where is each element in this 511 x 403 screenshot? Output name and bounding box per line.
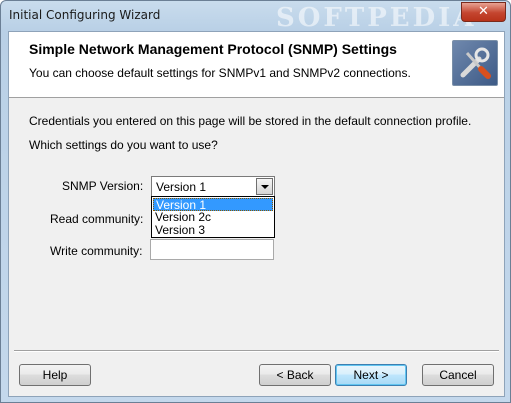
question-text: Which settings do you want to use? <box>29 138 218 152</box>
cancel-button[interactable]: Cancel <box>422 364 494 386</box>
page-subtitle: You can choose default settings for SNMP… <box>29 66 411 80</box>
title-bar[interactable]: Initial Configuring Wizard SOFTPEDIA ✕ <box>1 1 510 33</box>
wizard-client-area: Simple Network Management Protocol (SNMP… <box>8 31 505 397</box>
help-button[interactable]: Help <box>19 364 91 386</box>
snmp-version-label: SNMP Version: <box>62 179 144 193</box>
page-title: Simple Network Management Protocol (SNMP… <box>29 41 397 57</box>
close-icon: ✕ <box>478 4 489 19</box>
chevron-down-icon[interactable] <box>256 178 273 195</box>
info-text: Credentials you entered on this page wil… <box>29 114 472 128</box>
write-community-label: Write community: <box>50 244 143 258</box>
wizard-window: Initial Configuring Wizard SOFTPEDIA ✕ S… <box>0 0 511 403</box>
next-button[interactable]: Next > <box>335 364 407 386</box>
read-community-label: Read community: <box>50 212 144 226</box>
footer-divider <box>14 350 499 352</box>
close-button[interactable]: ✕ <box>461 2 506 22</box>
snmp-version-value: Version 1 <box>156 180 207 194</box>
wizard-header: Simple Network Management Protocol (SNMP… <box>9 32 504 98</box>
back-button[interactable]: < Back <box>259 364 331 386</box>
window-title: Initial Configuring Wizard <box>9 8 161 22</box>
tools-icon <box>452 40 498 86</box>
watermark: SOFTPEDIA <box>276 3 477 33</box>
option-version-3[interactable]: Version 3 <box>153 224 273 237</box>
snmp-version-select[interactable]: Version 1 <box>151 176 275 197</box>
snmp-version-dropdown: Version 1 Version 2c Version 3 <box>151 196 275 238</box>
write-community-input[interactable] <box>150 239 274 260</box>
